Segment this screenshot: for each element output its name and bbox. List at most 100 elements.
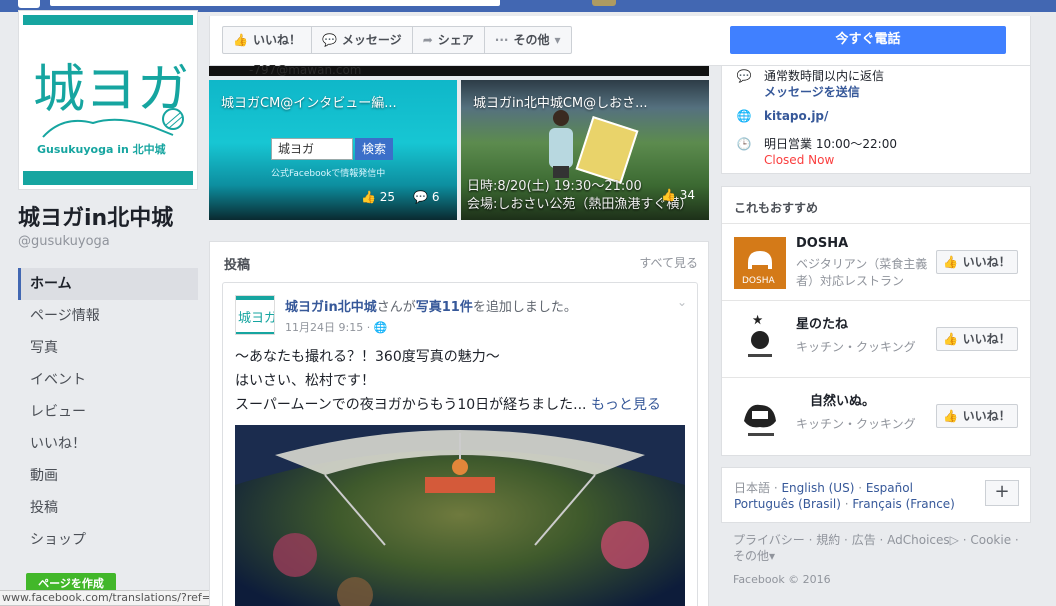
nav-item-shop[interactable]: ショップ — [18, 524, 198, 556]
more-button[interactable]: ··· その他 ▾ — [485, 27, 571, 53]
shizeninu-logo-icon[interactable] — [734, 391, 786, 443]
hoshinotane-logo-icon[interactable] — [734, 314, 786, 366]
call-now-button[interactable]: 今すぐ電話 — [730, 26, 1006, 54]
post-timestamp[interactable]: 11月24日 9:15 · 🌐 — [285, 319, 387, 335]
nav-item-home[interactable]: ホーム — [18, 268, 198, 300]
language-link-english[interactable]: English (US) — [781, 481, 854, 495]
language-link-spanish[interactable]: Español — [866, 481, 913, 495]
comment-icon: 💬 — [413, 190, 429, 204]
video-thumbnail[interactable]: 城ヨガin北中城CM@しおさ... 日時:8/20(土) 19:30～21:00… — [461, 80, 709, 220]
see-all-link[interactable]: すべて見る — [639, 254, 698, 271]
footer-link-privacy[interactable]: プライバシー — [733, 533, 805, 547]
message-button[interactable]: 💬 メッセージ — [312, 27, 413, 53]
share-button[interactable]: ➦ シェア — [413, 27, 485, 53]
video-tagline: 公式Facebookで情報発信中 — [271, 169, 386, 179]
nav-item-photos[interactable]: 写真 — [18, 332, 198, 364]
recommendation-name[interactable]: DOSHA — [796, 236, 848, 251]
video-like-count: 34 — [679, 188, 696, 202]
footer-link-adchoices[interactable]: AdChoices — [887, 533, 950, 547]
post-action-prefix: さんが — [376, 300, 416, 315]
dosha-logo-icon[interactable]: DOSHA — [734, 237, 786, 289]
notification-icon[interactable] — [592, 0, 616, 6]
like-recommendation-button[interactable]: 👍 いいね！ — [936, 404, 1018, 428]
globe-icon: 🌐 — [736, 109, 752, 123]
hours-row: 🕒 明日営業 10:00～22:00 Closed Now — [736, 136, 897, 168]
copyright-text: Facebook © 2016 — [733, 573, 831, 586]
like-page-button[interactable]: 👍 いいね！ — [223, 27, 312, 53]
gusukuyoga-logo-icon: 城ヨガ Gusukuyoga in 北中城 — [23, 29, 193, 185]
nav-item-videos[interactable]: 動画 — [18, 460, 198, 492]
nav-item-posts[interactable]: 投稿 — [18, 492, 198, 524]
footer-link-cookie[interactable]: Cookie — [970, 533, 1011, 547]
language-link-portuguese[interactable]: Português (Brasil) — [734, 497, 841, 511]
more-languages-button[interactable]: + — [985, 480, 1019, 506]
more-label: その他 — [513, 33, 550, 47]
recommendation-category: キッチン・クッキング — [796, 340, 916, 354]
page-profile-picture[interactable]: 城ヨガ Gusukuyoga in 北中城 — [18, 10, 198, 190]
post-body: ～あなたも撮れる？！360度写真の魅力～ はいさい、松村です！ スーパームーンで… — [235, 345, 661, 417]
like-label: いいね！ — [962, 332, 1011, 346]
recommendation-name[interactable]: 星のたね — [796, 313, 848, 332]
recommendation-item: 星のたね キッチン・クッキング 👍 いいね！ — [722, 300, 1030, 377]
posts-header: 投稿 — [224, 258, 251, 273]
video-title[interactable]: 城ヨガCM@インタビュー編... — [221, 92, 397, 111]
video-stats: 👍 34 — [661, 188, 695, 202]
video-stats: 👍 25 💬 6 — [361, 190, 439, 204]
global-search-input[interactable] — [50, 0, 500, 6]
like-page-label: いいね！ — [252, 33, 301, 47]
book-image — [575, 115, 639, 185]
post-author-link[interactable]: 城ヨガin北中城 — [285, 300, 377, 315]
post-header: 城ヨガin北中城さんが写真11件を追加しました。 — [285, 296, 577, 315]
hours-block: 明日営業 10:00～22:00 Closed Now — [764, 136, 897, 168]
post-card: 城ヨガ 城ヨガin北中城さんが写真11件を追加しました。 11月24日 9:15… — [222, 282, 698, 606]
logo-subtitle: Gusukuyoga in 北中城 — [37, 142, 166, 156]
see-more-link[interactable]: もっと見る — [591, 397, 661, 413]
page-title[interactable]: 城ヨガin北中城 — [18, 200, 173, 232]
thumbs-up-icon: 👍 — [943, 255, 959, 269]
recommendation-name[interactable]: 自然いぬ。 — [810, 390, 875, 409]
post-options-chevron-icon[interactable]: ⌄ — [677, 295, 687, 309]
page-username[interactable]: @gusukuyoga — [18, 234, 110, 249]
response-time-text: 通常数時間以内に返信 — [764, 69, 885, 83]
footer-link-more[interactable]: その他 — [733, 549, 769, 563]
post-photo[interactable] — [235, 425, 685, 606]
chevron-down-icon: ▾ — [554, 33, 561, 47]
nav-item-reviews[interactable]: レビュー — [18, 396, 198, 428]
send-message-link[interactable]: メッセージを送信 — [764, 85, 860, 99]
nav-item-likes[interactable]: いいね！ — [18, 428, 198, 460]
facebook-logo-icon[interactable] — [18, 0, 40, 8]
footer-link-terms[interactable]: 規約 — [816, 533, 840, 547]
website-row: 🌐 kitapo.jp/ — [736, 108, 829, 124]
chevron-down-icon: ▾ — [769, 549, 776, 563]
post-date-text: 11月24日 9:15 · — [285, 321, 371, 334]
nav-item-about[interactable]: ページ情報 — [18, 300, 198, 332]
video-caption: 日時:8/20(土) 19:30～21:00 会場:しおさい公苑（熱田漁港すぐ横… — [467, 178, 692, 214]
website-link[interactable]: kitapo.jp/ — [764, 108, 828, 124]
recommendations-title: これもおすすめ — [734, 201, 819, 215]
like-recommendation-button[interactable]: 👍 いいね！ — [936, 250, 1018, 274]
video-likes: 👍 25 — [361, 190, 395, 204]
current-language: 日本語 — [734, 481, 771, 495]
nav-item-events[interactable]: イベント — [18, 364, 198, 396]
language-link-french[interactable]: Français (France) — [852, 497, 955, 511]
messenger-icon: 💬 — [736, 69, 752, 83]
video-comments: 💬 6 — [413, 190, 439, 204]
video-thumbnail[interactable]: 城ヨガCM@インタビュー編... 城ヨガ 検索 公式Facebookで情報発信中… — [209, 80, 457, 220]
thumbs-up-icon: 👍 — [943, 409, 959, 423]
video-search-button: 検索 — [355, 138, 393, 160]
post-line: スーパームーンでの夜ヨガからもう10日が経ちました... もっと見る — [235, 393, 661, 417]
thumbs-up-icon: 👍 — [361, 190, 376, 204]
footer-link-ads[interactable]: 広告 — [852, 533, 876, 547]
like-label: いいね！ — [962, 409, 1011, 423]
avatar[interactable]: 城ヨガ — [235, 295, 275, 335]
message-label: メッセージ — [341, 33, 402, 47]
video-strip-top[interactable]: -797@mawan.com — [209, 63, 709, 77]
page-action-bar: 👍 いいね！ 💬 メッセージ ➦ シェア ··· その他 ▾ 今すぐ電話 — [209, 16, 1031, 66]
like-recommendation-button[interactable]: 👍 いいね！ — [936, 327, 1018, 351]
page-navigation: ホーム ページ情報 写真 イベント レビュー いいね！ 動画 投稿 ショップ — [18, 268, 198, 556]
video-likes: 👍 34 — [661, 188, 695, 202]
post-photos-link[interactable]: 写真11件 — [416, 300, 473, 315]
like-label: いいね！ — [962, 255, 1011, 269]
recommendation-item: DOSHA DOSHA ベジタリアン（菜食主義者）対応レストラン 👍 いいね！ — [722, 223, 1030, 300]
ellipsis-icon: ··· — [494, 33, 509, 47]
